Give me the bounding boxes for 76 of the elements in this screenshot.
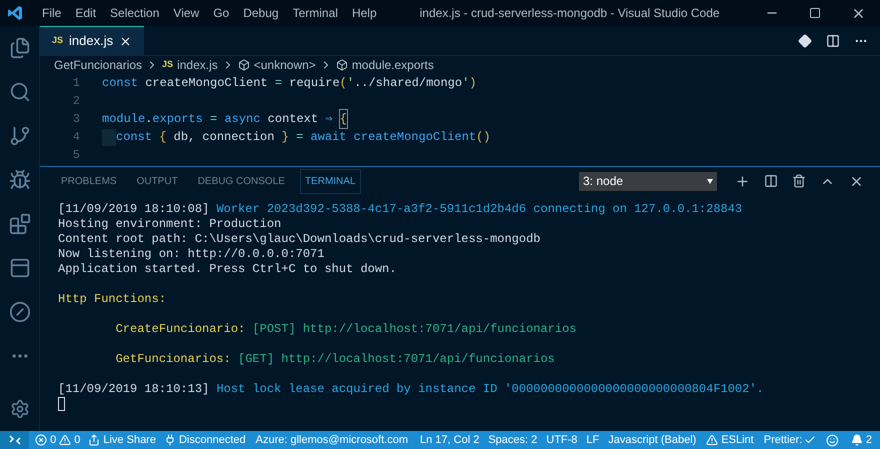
menu-item[interactable]: Go (206, 4, 236, 22)
menu-item[interactable]: Edit (68, 4, 104, 22)
menu-item[interactable]: Debug (236, 4, 286, 22)
code-token: db, connection (174, 129, 274, 146)
menu-item[interactable]: Terminal (286, 4, 345, 22)
terminal-text: Worker 2023d392-5388-4c17-a3f2-5911c1d2b4d6 connecting on 127.0.0.1:28843 (216, 200, 742, 218)
code-token: = (296, 129, 304, 146)
line-number: 1 (72, 75, 80, 92)
terminal-text: GetFuncionarios: (114, 350, 232, 368)
line-number: 3 (72, 111, 80, 128)
terminal-text: [11/09/2019 18:10:13] (58, 380, 210, 398)
editor-tab[interactable]: JS index.js (40, 26, 144, 55)
terminal-text: [11/09/2019 18:10:08] (58, 200, 210, 218)
code-token: require (288, 75, 340, 92)
code-token: } (280, 129, 290, 146)
line-ending[interactable]: LF (586, 432, 600, 448)
breadcrumb-item[interactable]: module.exports (352, 56, 434, 74)
language-mode[interactable]: Javascript (Babel) (608, 432, 696, 448)
prettier-button[interactable]: Prettier: (764, 432, 816, 448)
terminal-select[interactable]: 3: node (579, 172, 717, 190)
js-label: JS (162, 58, 174, 72)
terminal-text: Content root path: C:\Users\glauc\Downloads\crud-serverless-mongodb (58, 230, 540, 248)
breadcrumb-item[interactable]: index.js (177, 56, 218, 74)
terminal-text: Host lock lease acquired by instance ID '0000000000000000000000000804F1002'. (216, 380, 764, 398)
js-label: JS (52, 34, 64, 48)
terminal-text: [POST] http://localhost:7071/api/funcionarios (252, 320, 576, 338)
code-token: async (224, 111, 260, 128)
code-token: const (116, 129, 152, 146)
code-token: await createMongoClient (310, 129, 476, 146)
terminal-text: Http Functions: (58, 290, 166, 308)
indentation[interactable]: Spaces: 2 (488, 432, 538, 448)
breadcrumb-item[interactable]: GetFuncionarios (54, 56, 142, 74)
code-token: = (209, 111, 218, 128)
terminal-text: Hosting environment: Production (58, 216, 282, 232)
terminal-text: Application started. Press Ctrl+C to shut down. (58, 260, 396, 278)
code-token: = (274, 75, 282, 92)
encoding[interactable]: UTF-8 (546, 432, 578, 448)
panel-tab[interactable]: DEBUG CONSOLE (192, 168, 290, 194)
code-token: () (476, 129, 491, 146)
code-token: const (102, 75, 138, 92)
window-title: index.js - crud-serverless-mongodb - Visual Studio Code (420, 5, 721, 22)
code-token: { (158, 129, 168, 146)
code-token: createMongoClient (144, 75, 269, 92)
code-token: exports (152, 111, 203, 128)
terminal-text: CreateFuncionario: (114, 320, 246, 338)
terminal-text: [GET] http://localhost:7071/api/funcionarios (238, 350, 555, 368)
live-share-button[interactable]: Live Share (88, 432, 156, 448)
code-token: context (266, 111, 320, 128)
cursor-position[interactable]: Ln 17, Col 2 (420, 432, 480, 448)
problems-button[interactable]: 0 0 (35, 432, 80, 448)
code-token: { (340, 110, 347, 128)
code-token: ' (462, 75, 470, 92)
code-token: ) (469, 75, 476, 92)
line-number: 2 (72, 93, 80, 110)
notifications-button[interactable]: 2 (850, 432, 872, 448)
code-token: . (145, 111, 152, 128)
line-number: 4 (72, 129, 80, 146)
eslint-button[interactable]: ESLint (706, 432, 754, 448)
code-token: ⇒ (325, 111, 334, 128)
panel-tab[interactable]: OUTPUT (132, 168, 183, 194)
connection-button[interactable]: Disconnected (164, 432, 246, 448)
code-token: module (102, 111, 146, 128)
terminal-text: Now listening on: http://0.0.0.0:7071 (58, 246, 324, 262)
menu-item[interactable]: View (166, 4, 206, 22)
menu-item[interactable]: File (35, 4, 68, 22)
code-token: ../shared/mongo (354, 75, 462, 92)
breadcrumb-item[interactable]: <unknown> (254, 56, 316, 74)
tab-label: index.js (69, 32, 114, 50)
menu-item[interactable]: Help (344, 4, 384, 22)
code-token: ' (346, 75, 354, 92)
menu-item[interactable]: Selection (103, 4, 166, 22)
panel-tab[interactable]: PROBLEMS (56, 168, 122, 194)
azure-account[interactable]: Azure: gllemos@microsoft.com (256, 432, 408, 448)
code-token: ( (340, 75, 347, 92)
line-number: 5 (72, 147, 80, 164)
panel-tab[interactable]: TERMINAL (300, 168, 360, 194)
